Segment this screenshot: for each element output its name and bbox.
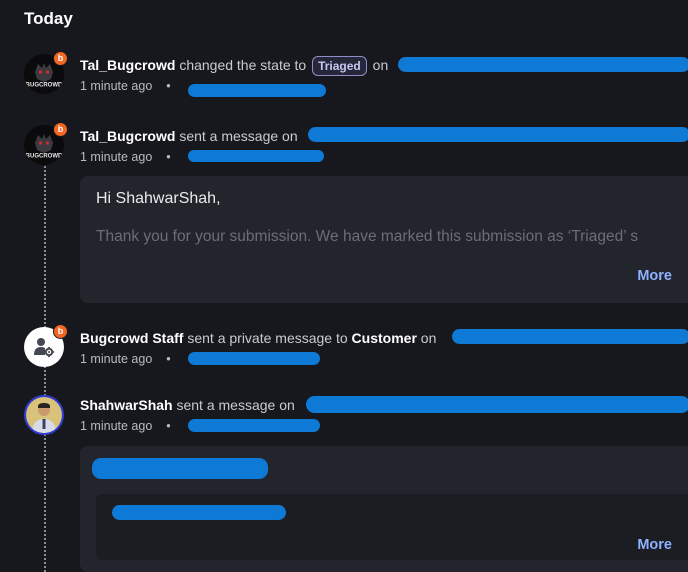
avatar-user[interactable] bbox=[24, 395, 64, 435]
recipient-label: Customer bbox=[351, 330, 417, 346]
avatar-bugcrowd[interactable]: BUGCROWD b bbox=[24, 122, 68, 165]
message-body: Thank you for your submission. We have m… bbox=[96, 228, 639, 245]
svg-text:BUGCROWD: BUGCROWD bbox=[26, 83, 63, 89]
actor-link[interactable]: Tal_Bugcrowd bbox=[80, 57, 175, 73]
event-action: sent a message on bbox=[176, 397, 295, 413]
separator-dot: • bbox=[166, 419, 171, 433]
redaction-mark bbox=[112, 505, 286, 520]
separator-dot: • bbox=[166, 150, 171, 164]
more-link[interactable]: More bbox=[637, 537, 672, 553]
event-timestamp: 1 minute ago bbox=[80, 419, 153, 433]
bugcrowd-badge-icon: b bbox=[53, 51, 68, 66]
quoted-block bbox=[96, 494, 688, 560]
section-title: Today bbox=[24, 9, 73, 28]
redaction-mark bbox=[306, 396, 688, 413]
redaction-mark bbox=[188, 84, 326, 97]
actor-link[interactable]: Tal_Bugcrowd bbox=[80, 128, 175, 144]
avatar-bugcrowd[interactable]: BUGCROWD b bbox=[24, 51, 68, 94]
redaction-mark bbox=[188, 419, 320, 432]
state-badge-triaged: Triaged bbox=[312, 56, 367, 77]
event-timestamp: 1 minute ago bbox=[80, 150, 153, 164]
bugcrowd-badge-icon: b bbox=[53, 324, 68, 339]
separator-dot: • bbox=[166, 352, 171, 366]
event-action: sent a message on bbox=[179, 128, 298, 144]
redaction-mark bbox=[398, 57, 688, 72]
event-on: on bbox=[420, 330, 437, 346]
message-card: Hi ShahwarShah, Thank you for your submi… bbox=[80, 176, 688, 303]
activity-feed: Today BUGCROWD b Tal_Bugcrowd changed th… bbox=[0, 0, 688, 572]
avatar-staff[interactable]: b bbox=[24, 324, 68, 367]
event-action: changed the state to bbox=[179, 57, 307, 73]
redaction-mark bbox=[188, 352, 320, 365]
actor-link[interactable]: ShahwarShah bbox=[80, 397, 173, 413]
user-photo-icon bbox=[26, 397, 62, 433]
staff-user-gear-icon bbox=[34, 338, 55, 358]
bugcrowd-badge-icon: b bbox=[53, 122, 68, 137]
more-link[interactable]: More bbox=[637, 268, 672, 284]
svg-text:BUGCROWD: BUGCROWD bbox=[26, 154, 63, 160]
redaction-mark bbox=[92, 458, 268, 479]
event-action: sent a private message to bbox=[187, 330, 348, 346]
redaction-mark bbox=[188, 150, 324, 162]
message-greeting: Hi ShahwarShah, bbox=[96, 190, 221, 207]
redaction-mark bbox=[308, 127, 688, 142]
event-timestamp: 1 minute ago bbox=[80, 79, 153, 93]
separator-dot: • bbox=[166, 79, 171, 93]
redaction-mark bbox=[452, 329, 688, 344]
actor-link[interactable]: Bugcrowd Staff bbox=[80, 330, 183, 346]
event-timestamp: 1 minute ago bbox=[80, 352, 153, 366]
event-on: on bbox=[372, 57, 389, 73]
